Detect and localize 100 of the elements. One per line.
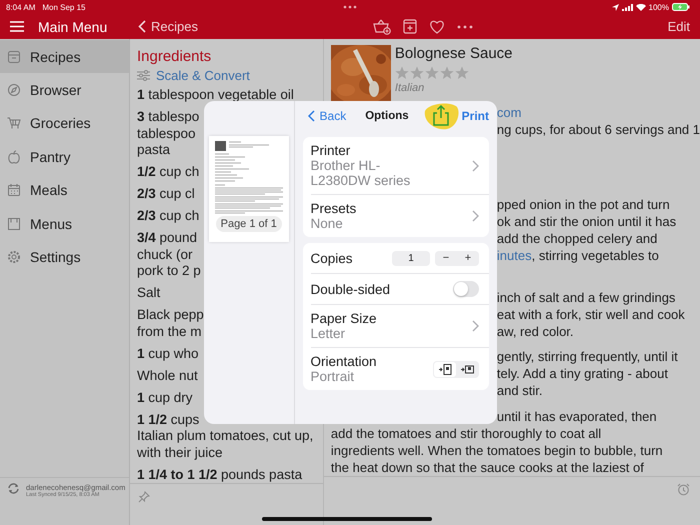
ingredient-text: Italian plum tomatoes, cut up,: [136, 428, 314, 444]
recipe-text: gently, stirring frequently, until it: [496, 349, 678, 364]
back-button[interactable]: Recipes: [133, 19, 198, 34]
recipe-text: add the chopped celery and: [496, 231, 658, 246]
chevron-icon[interactable]: [472, 320, 479, 332]
setting-label: Printer: [310, 143, 352, 158]
more-icon[interactable]: [456, 24, 473, 28]
ingredient-text: 1 1/4 to 1 1/2 pounds pasta: [136, 466, 302, 483]
landscape-page-icon: [460, 364, 474, 374]
ingredient-text: pork to 2 p: [136, 263, 201, 280]
star-icon: [440, 66, 454, 80]
setting-label: Presets: [310, 201, 356, 216]
ingredient-text: chuck (or: [136, 246, 192, 263]
archive-box-icon[interactable]: [402, 19, 417, 34]
basket-plus-icon[interactable]: [372, 18, 391, 34]
status-time: 8:04 AM: [6, 2, 36, 12]
settings-icon: [7, 250, 21, 264]
sidebar-item[interactable]: Meals: [0, 174, 129, 207]
ingredient-text: 1/2 cup ch: [136, 164, 200, 180]
setting-label: Copies: [310, 250, 353, 266]
wifi-icon: [636, 4, 646, 10]
recipe-text: ok and stir the onion until it has: [496, 214, 676, 229]
ingredient-text: pasta: [136, 142, 170, 158]
setting-label: Orientation: [310, 354, 377, 369]
ingredient-text: tablespoo: [136, 126, 196, 142]
ingredients-heading: Ingredients: [136, 48, 212, 65]
recipe-text: ng cups, for about 6 servings and 1: [496, 122, 700, 137]
ingredient-text: 1 tablespoon vegetable oil: [136, 87, 294, 104]
setting-label: Paper Size: [310, 311, 377, 326]
ingredient-text: Black pepp: [136, 307, 204, 324]
page-count-label: Page 1 of 1: [216, 216, 282, 232]
chevron-icon[interactable]: [472, 210, 479, 222]
chevron-icon[interactable]: [472, 160, 479, 172]
chevron-left-icon: [138, 20, 146, 33]
star-icon: [394, 66, 409, 80]
heart-icon[interactable]: [428, 20, 445, 34]
sync-icon[interactable]: [8, 483, 19, 494]
back-button[interactable]: Back: [302, 108, 346, 122]
chevron-left-icon: [308, 110, 315, 122]
recipe-text: ingredients well. When the tomatoes begin to bubble, turn: [330, 443, 663, 458]
edit-button[interactable]: Edit: [668, 19, 690, 34]
ingredient-text: with their juice: [136, 444, 223, 461]
pin-icon[interactable]: [138, 491, 150, 503]
recipe-text: and stir.: [496, 383, 542, 398]
ingredient-text: Salt: [136, 285, 160, 302]
star-rating[interactable]: [394, 66, 469, 80]
decrement-button[interactable]: −: [435, 250, 457, 266]
multitasking-icon[interactable]: [343, 5, 357, 9]
sidebar-item[interactable]: Pantry: [0, 140, 129, 174]
recipe-text: , stirring vegetables to: [532, 248, 659, 263]
ingredient-text: from the m: [136, 324, 202, 340]
recipe-text: until it has evaporated, then: [496, 409, 657, 424]
sidebar-item[interactable]: Menus: [0, 206, 129, 240]
ingredient-text: 2/3 cup ch: [136, 208, 200, 224]
alarm-clock-icon[interactable]: [677, 483, 690, 496]
ingredient-text: 1 1/2 cups: [136, 412, 200, 428]
book-icon: [7, 216, 21, 231]
location-icon: [612, 4, 619, 10]
recipe-text: add the tomatoes and stir thoroughly to coat all: [330, 426, 602, 441]
sliders-icon[interactable]: [136, 70, 150, 81]
ingredient-text: 1 cup dry: [136, 390, 193, 406]
recipe-text: eat with a fork, stir well and cook: [496, 307, 685, 322]
sidebar-item[interactable]: Browser: [0, 73, 129, 107]
battery-icon: [672, 3, 690, 11]
setting-value: Portrait: [310, 369, 356, 384]
portrait-button[interactable]: [434, 362, 456, 376]
recipe-text: pped onion in the pot and turn: [496, 197, 670, 212]
sidebar-item[interactable]: Settings: [0, 240, 129, 274]
main-menu-title: Main Menu: [38, 18, 108, 34]
recipe-card-icon: [7, 50, 21, 64]
ingredient-text: 2/3 cup cl: [136, 186, 195, 202]
ingredient-text: 1 cup who: [136, 346, 199, 362]
toggle-switch[interactable]: [453, 281, 479, 297]
cart-icon: [7, 116, 21, 130]
print-button[interactable]: Print: [462, 108, 489, 122]
compass-icon: [7, 83, 21, 98]
star-icon: [454, 66, 469, 80]
recipe-text: the heat down so that the sauce cooks at the laziest of: [330, 460, 644, 475]
recipe-title: Bolognese Sauce: [394, 45, 513, 62]
copies-field[interactable]: 1: [392, 250, 430, 266]
sidebar-item[interactable]: Groceries: [0, 106, 129, 140]
recipe-category: Italian: [394, 82, 424, 94]
dialog-title: Options: [365, 110, 409, 122]
status-date: Mon Sep 15: [42, 2, 86, 12]
recipe-text: aw, red color.: [496, 324, 574, 339]
setting-label: Double-sided: [310, 282, 390, 296]
star-icon: [410, 66, 424, 80]
battery-percent: 100%: [648, 2, 669, 12]
page-preview[interactable]: Page 1 of 1: [208, 136, 289, 242]
star-icon: [424, 66, 439, 80]
portrait-page-icon: [438, 364, 452, 374]
ingredient-text: 3/4 pound: [136, 230, 198, 246]
recipe-text: inch of salt and a few grindings: [496, 290, 676, 305]
signal-icon: [622, 4, 633, 10]
menu-icon[interactable]: [10, 21, 24, 32]
ingredient-text: Whole nut: [136, 368, 198, 384]
calendar-icon: [7, 183, 21, 198]
apple-icon: [7, 150, 21, 164]
sidebar-item[interactable]: Recipes: [0, 40, 129, 74]
increment-button[interactable]: +: [457, 250, 479, 266]
